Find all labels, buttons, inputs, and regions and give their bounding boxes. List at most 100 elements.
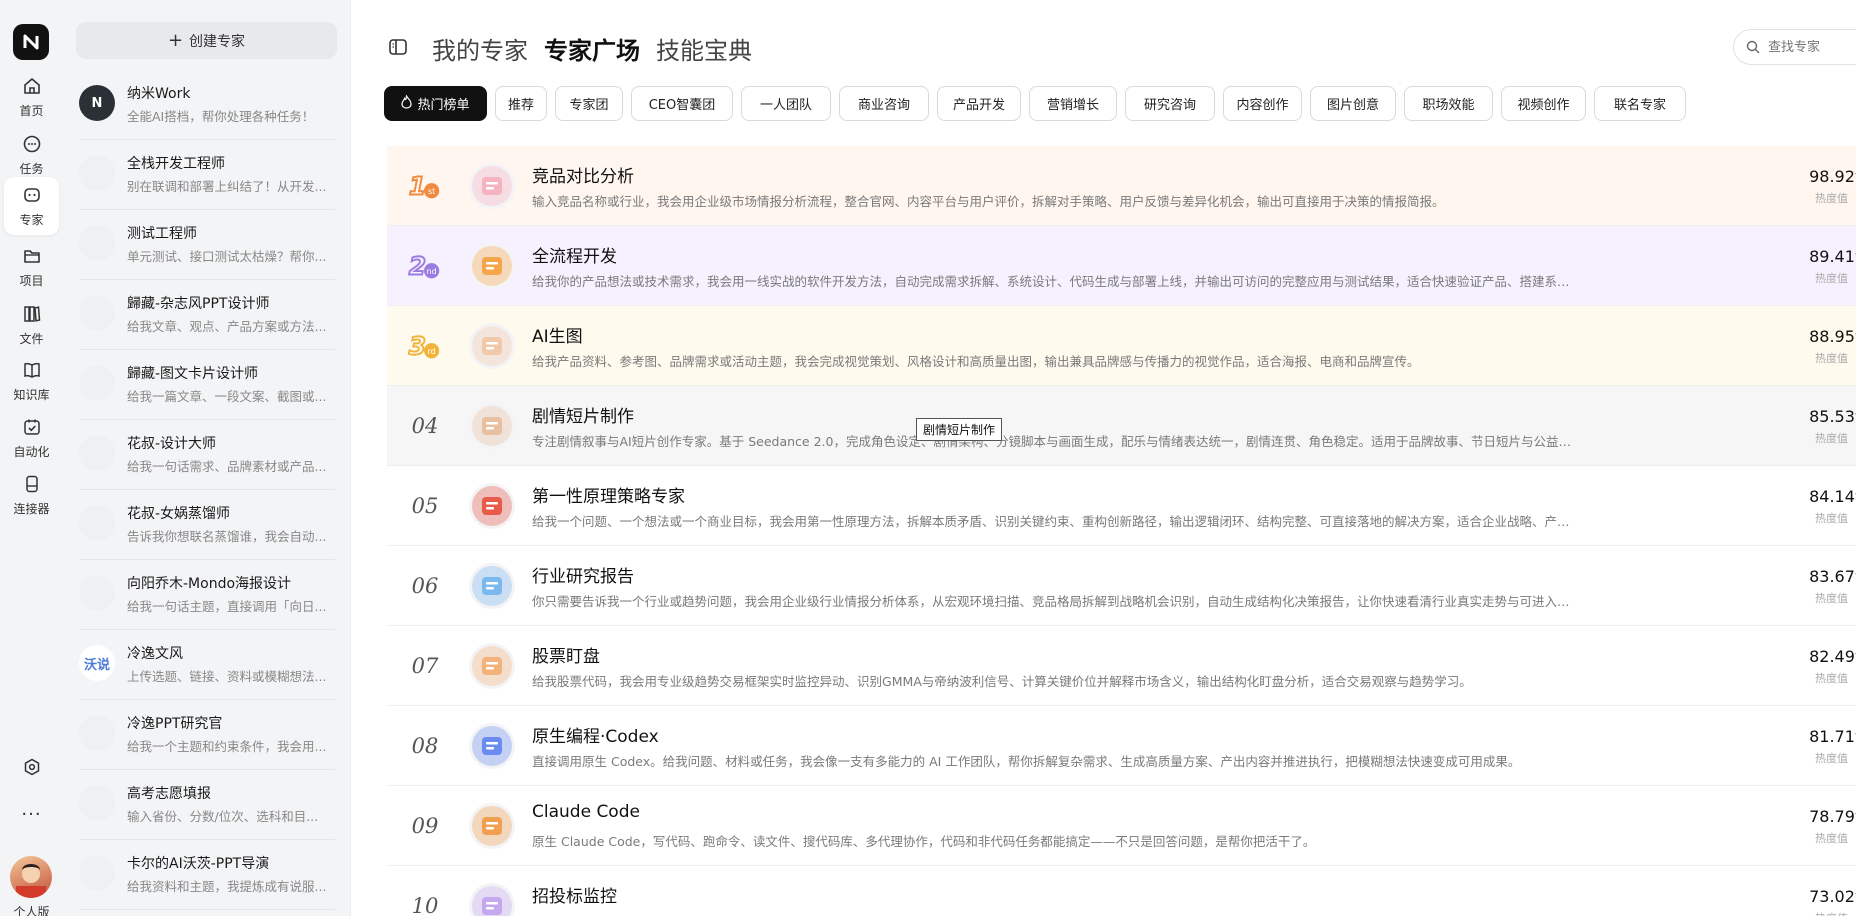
expert-title: 竞品对比分析 [532, 167, 634, 187]
filter-chip[interactable]: 联名专家 [1594, 86, 1686, 121]
app-logo-icon[interactable] [13, 24, 49, 60]
expert-summary: 专注剧情叙事与AI短片创作专家。基于 Seedance 2.0，完成角色设定、剧… [532, 434, 1580, 449]
rail-item-knowledge[interactable]: 知识库 [4, 352, 59, 410]
claude-mascot-icon [469, 803, 515, 849]
ranking-row[interactable]: 3rd AI生图 给我产品资料、参考图、品牌需求或活动主题，我会完成视觉策划、风格设… [387, 306, 1856, 386]
filter-chip[interactable]: 视频创作 [1501, 86, 1586, 121]
expert-list-item[interactable]: 歸藏-图文卡片设计师 给我一篇文章、一段文案、截图或... [79, 350, 335, 420]
expert-list-item[interactable]: 花叔-女娲蒸馏师 告诉我你想联名蒸馏谁，我会自动... [79, 490, 335, 560]
rank-number-text: 10 [411, 894, 439, 916]
plus-icon: + [167, 30, 184, 51]
ranking-row[interactable]: 04 剧情短片制作 专注剧情叙事与AI短片创作专家。基于 Seedance 2.0，… [387, 386, 1856, 466]
rail-item-home[interactable]: 首页 [4, 68, 59, 126]
expert-description: 给我文章、观点、产品方案或方法... [127, 319, 327, 334]
filter-chip[interactable]: 图片创意 [1310, 86, 1396, 121]
filter-chip[interactable]: 产品开发 [937, 86, 1021, 121]
clipboard-icon [469, 883, 515, 916]
tab-skill-book[interactable]: 技能宝典 [656, 31, 752, 66]
flame-icon [401, 93, 413, 113]
ranking-row[interactable]: 05 第一性原理策略专家 给我一个问题、一个想法或一个商业目标，我会用第一性原理方法… [387, 466, 1856, 546]
expert-list-item[interactable]: 沃说 冷逸文风 上传选题、链接、资料或模糊想法... [79, 630, 335, 700]
heat-value: 89.41w [1809, 247, 1856, 266]
rail-label: 自动化 [13, 444, 50, 459]
rail-item-files[interactable]: 文件 [4, 296, 59, 354]
filter-chip-label: 一人团队 [759, 98, 812, 113]
rank-medal-icon: 2nd [407, 248, 443, 284]
rail-item-automation[interactable]: 自动化 [4, 409, 59, 467]
expert-list-item[interactable]: 歸藏-杂志风PPT设计师 给我文章、观点、产品方案或方法... [79, 280, 335, 350]
expert-summary: 原生 Claude Code，写代码、跑命令、读文件、搜代码库、多代理协作，代码… [532, 834, 1316, 849]
svg-text:1: 1 [409, 172, 426, 201]
filter-chip-label: 研究咨询 [1143, 98, 1196, 113]
divider [79, 909, 335, 910]
ranking-row[interactable]: 08 原生编程·Codex 直接调用原生 Codex。给我问题、材料或任务，我会像一… [387, 706, 1856, 786]
filter-chip[interactable]: 一人团队 [741, 86, 831, 121]
rail-item-connectors[interactable]: 连接器 [4, 466, 59, 524]
expert-title: AI生图 [532, 327, 583, 347]
gear-icon [24, 758, 39, 776]
main-content: 我的专家 专家广场 技能宝典 热门榜单 推荐 专家团 CEO智囊团 一人团队 商业咨询 产品… [351, 0, 1856, 916]
expert-list-item[interactable]: 全栈开发工程师 别在联调和部署上纠结了！从开发... [79, 140, 335, 210]
heat-label: 热度值 [1815, 352, 1848, 365]
expert-list-item[interactable]: N 纳米Work 全能AI搭档，帮你处理各种任务！ [79, 70, 335, 140]
ranking-row[interactable]: 07 股票盯盘 给我股票代码，我会用专业级趋势交易框架实时监控异动、识别GMMA与帝… [387, 626, 1856, 706]
expert-name: 卡尔的AI沃茨-PPT导演 [127, 856, 270, 872]
calendar-check-icon [23, 419, 40, 435]
ranking-row[interactable]: 06 行业研究报告 你只需要告诉我一个行业或趋势问题，我会用企业级行业情报分析体系，… [387, 546, 1856, 626]
expert-description: 给我一个主题和约束条件，我会用... [127, 739, 327, 754]
expert-name: 歸藏-图文卡片设计师 [127, 366, 259, 382]
more-button[interactable]: ··· [4, 797, 59, 831]
expert-list-item[interactable]: 花叔-设计大师 给我一句话需求、品牌素材或产品... [79, 420, 335, 490]
filter-chip-label: CEO智囊团 [648, 98, 716, 113]
ranking-row[interactable]: 09 Claude Code 原生 Claude Code，写代码、跑命令、读文件、… [387, 786, 1856, 866]
user-plan-label: 个人版 [13, 905, 50, 916]
search-box[interactable] [1733, 29, 1856, 65]
search-input[interactable] [1768, 39, 1856, 55]
filter-chip[interactable]: 职场效能 [1404, 86, 1493, 121]
filter-chip-label: 视频创作 [1517, 98, 1570, 113]
expert-sidebar: + 创建专家 N 纳米Work 全能AI搭档，帮你处理各种任务！ 全栈开发工程师 别在联… [63, 0, 351, 916]
sidebar-toggle-icon[interactable] [387, 36, 409, 58]
home-icon [23, 77, 40, 94]
expert-name: 冷逸文风 [127, 646, 183, 662]
rank-number-text: 09 [411, 814, 439, 838]
expert-avatar [79, 785, 115, 821]
filter-chip[interactable]: CEO智囊团 [631, 86, 733, 121]
tab-expert-plaza[interactable]: 专家广场 [544, 31, 640, 66]
filter-chip[interactable]: 研究咨询 [1125, 86, 1215, 121]
heat-label: 热度值 [1815, 910, 1848, 916]
ranking-row[interactable]: 10 招投标监控 73.02w 热度值 [387, 866, 1856, 916]
filter-chip-label: 联名专家 [1613, 98, 1666, 113]
expert-description: 告诉我你想联名蒸馏谁，我会自动... [127, 529, 327, 544]
expert-list-item[interactable]: 卡尔的AI沃茨-PPT导演 给我资料和主题，我提炼成有说服... [79, 840, 335, 910]
expert-description: 上传选题、链接、资料或模糊想法... [127, 669, 327, 684]
heat-label: 热度值 [1815, 832, 1848, 845]
expert-list-item[interactable]: 测试工程师 单元测试、接口测试太枯燥？帮你... [79, 210, 335, 280]
tab-my-experts[interactable]: 我的专家 [432, 31, 528, 66]
rail-label: 首页 [19, 103, 44, 118]
filter-chip[interactable]: 推荐 [495, 86, 547, 121]
ranking-row[interactable]: 1st 竞品对比分析 输入竞品名称或行业，我会用企业级市场情报分析流程，整合官网、内… [387, 146, 1856, 226]
filter-chip[interactable]: 内容创作 [1223, 86, 1302, 121]
rail-item-projects[interactable]: 项目 [4, 238, 59, 296]
user-avatar[interactable] [10, 856, 52, 898]
files-icon [23, 305, 40, 322]
folder-icon [23, 249, 40, 263]
filter-chip[interactable]: 营销增长 [1029, 86, 1117, 121]
expert-list-item[interactable]: 向阳乔木-Mondo海报设计 给我一句话主题，直接调用「向日... [79, 560, 335, 630]
expert-summary: 给我产品资料、参考图、品牌需求或活动主题，我会完成视觉策划、风格设计和高质量出图… [532, 354, 1420, 369]
filter-chip[interactable]: 专家团 [555, 86, 623, 121]
expert-avatar [79, 295, 115, 331]
create-expert-button[interactable]: + 创建专家 [76, 22, 337, 59]
rail-label: 项目 [19, 273, 44, 288]
expert-summary: 直接调用原生 Codex。给我问题、材料或任务，我会像一支有多能力的 AI 工作… [532, 754, 1521, 769]
filter-chip[interactable]: 商业咨询 [839, 86, 929, 121]
rail-item-experts[interactable]: 专家 [4, 177, 59, 235]
expert-list-item[interactable]: 高考志愿填报 输入省份、分数/位次、选科和目... [79, 770, 335, 840]
filter-chip-hot-list[interactable]: 热门榜单 [384, 86, 487, 121]
rail-item-tasks[interactable]: 任务 [4, 126, 59, 184]
expert-list-item[interactable]: 冷逸PPT研究官 给我一个主题和约束条件，我会用... [79, 700, 335, 770]
settings-button[interactable] [4, 750, 59, 784]
expert-name: 花叔-设计大师 [127, 436, 217, 452]
ranking-row[interactable]: 2nd 全流程开发 给我你的产品想法或技术需求，我会用一线实战的软件开发方法，自动完… [387, 226, 1856, 306]
